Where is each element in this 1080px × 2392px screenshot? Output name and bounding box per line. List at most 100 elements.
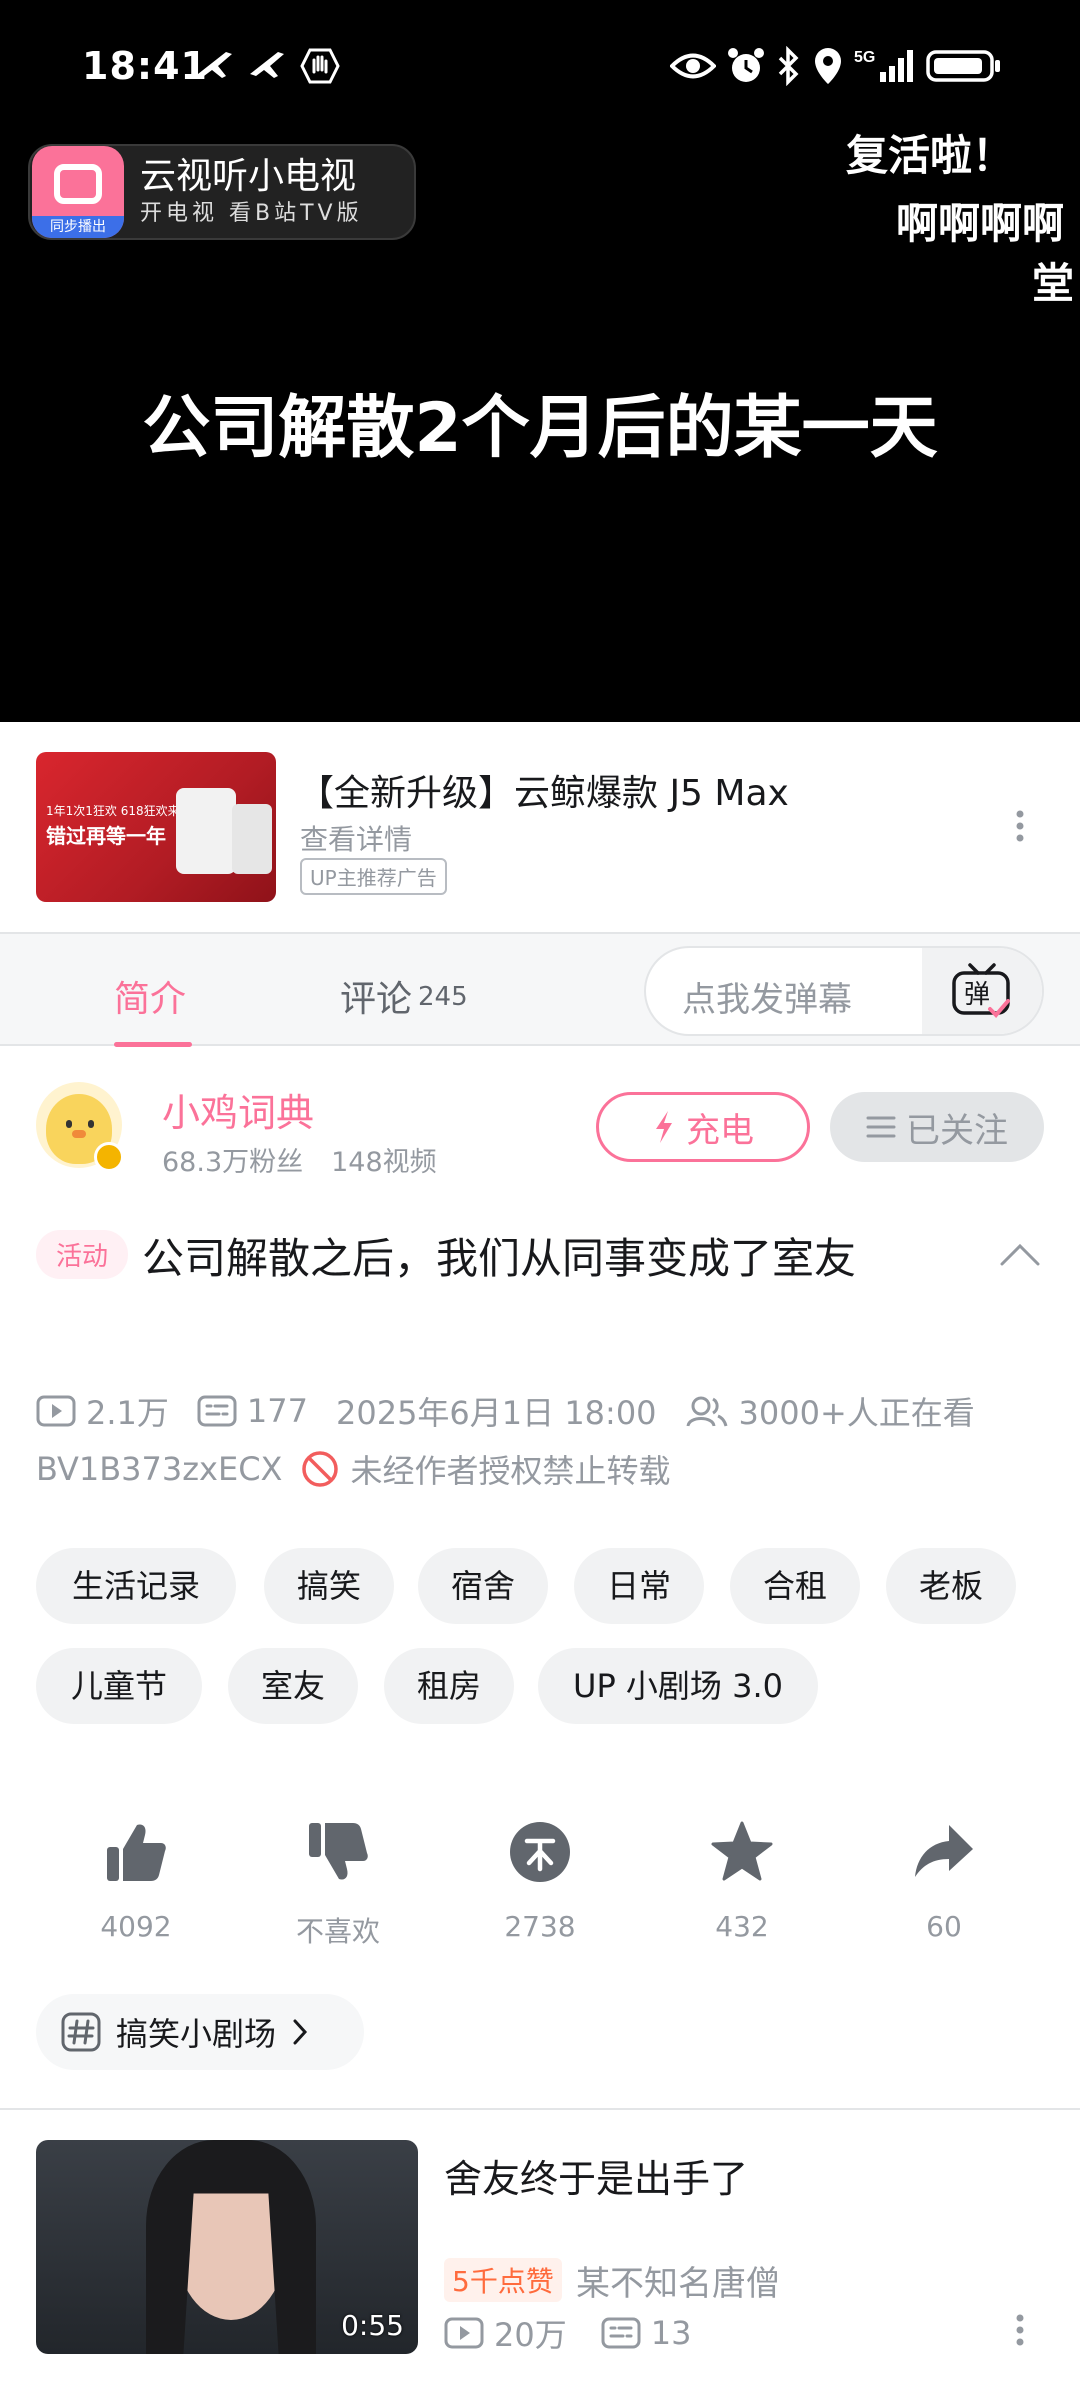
sponsored-ad[interactable]: 1年1次1狂欢 618狂欢来袭 错过再等一年 【全新升级】云鲸爆款 J5 Max…	[0, 722, 1080, 932]
action-bar: 4092 不喜欢 2738 432 60	[0, 1812, 1080, 1952]
recommended-danmaku: 13	[650, 2314, 692, 2352]
more-options-icon[interactable]	[1010, 806, 1030, 846]
recommended-video[interactable]: 0:55 舍友终于是出手了 5千点赞 某不知名唐僧 20万 13	[0, 2140, 1080, 2370]
video-title: 公司解散之后，我们从同事变成了室友	[142, 1234, 857, 1283]
play-count-icon	[444, 2317, 484, 2349]
favorite-button[interactable]: 432	[662, 1812, 822, 1943]
danmaku-count-icon	[197, 1395, 237, 1427]
flight-icon-2	[250, 52, 284, 78]
tv-app-logo: 同步播出	[32, 146, 124, 238]
video-duration: 0:55	[341, 2309, 404, 2342]
share-count: 60	[926, 1910, 962, 1943]
follow-button-label: 已关注	[906, 1110, 1008, 1151]
detail-tabs: 简介 评论 245 点我发弹幕 弹	[0, 932, 1080, 1047]
verified-badge-icon	[94, 1142, 124, 1172]
share-icon	[915, 1825, 973, 1877]
video-id-row: BV1B373zxECX 未经作者授权禁止转载	[36, 1446, 670, 1492]
uploader-stats: 68.3万粉丝 148视频	[162, 1140, 437, 1179]
tab-intro[interactable]: 简介	[114, 970, 186, 1022]
video-title-block: 活动 公司解散之后，我们从同事变成了室友	[36, 1222, 976, 1296]
copyright-notice: 未经作者授权禁止转载	[350, 1452, 671, 1490]
tv-app-promo-badge[interactable]: 同步播出 云视听小电视 开电视 看B站TV版	[28, 144, 416, 240]
topic-label: 搞笑小剧场	[116, 2015, 277, 2053]
tab-comments-count: 245	[418, 982, 468, 1012]
dislike-button[interactable]: 不喜欢	[258, 1812, 418, 1950]
danmaku-tv-icon: 弹	[952, 963, 1010, 1018]
more-options-icon[interactable]	[1010, 2310, 1030, 2350]
coin-button[interactable]: 2738	[460, 1812, 620, 1943]
viewers-icon	[686, 1396, 728, 1427]
tag-chip[interactable]: 日常	[574, 1548, 704, 1624]
danmaku-count-icon	[601, 2317, 641, 2349]
tag-chip[interactable]: 生活记录	[36, 1548, 236, 1624]
danmaku-comment: 复活啦！	[846, 131, 1015, 180]
tv-app-logo-tag: 同步播出	[32, 216, 124, 238]
danmaku-button-label: 弹	[964, 980, 990, 1010]
hand-icon	[300, 48, 340, 84]
tag-chip[interactable]: UP 小剧场 3.0	[538, 1648, 818, 1724]
likes-badge: 5千点赞	[444, 2258, 562, 2302]
play-count-icon	[36, 1395, 76, 1427]
hashtag-icon	[61, 2012, 101, 2052]
svg-text:5G: 5G	[854, 49, 875, 66]
chevron-right-icon	[293, 2019, 308, 2045]
tag-chip[interactable]: 宿舍	[418, 1548, 548, 1624]
danmaku-input[interactable]: 点我发弹幕 弹	[644, 946, 1044, 1036]
follow-button[interactable]: 已关注	[830, 1092, 1044, 1162]
tag-chip[interactable]: 儿童节	[36, 1648, 202, 1724]
danmaku-input-placeholder: 点我发弹幕	[682, 980, 852, 1020]
status-system-icons: 5G	[670, 46, 1002, 86]
eye-icon	[670, 53, 716, 79]
topic-chip[interactable]: 搞笑小剧场	[36, 1994, 364, 2070]
like-count: 4092	[100, 1910, 172, 1943]
thumbs-up-icon	[107, 1824, 166, 1881]
danmaku-comment: 堂	[1032, 259, 1075, 308]
video-meta-row: 2.1万 177 2025年6月1日 18:00 3000+人正在看	[36, 1388, 1003, 1434]
uploader-video-count: 148视频	[331, 1147, 437, 1178]
ad-detail-link[interactable]: 查看详情	[300, 818, 412, 858]
recommended-title[interactable]: 舍友终于是出手了	[444, 2148, 748, 2203]
tag-chip[interactable]: 搞笑	[264, 1548, 394, 1624]
recommended-plays: 20万	[494, 2316, 567, 2354]
no-repost-icon	[302, 1451, 339, 1487]
share-button[interactable]: 60	[864, 1812, 1024, 1943]
status-bar: 18:41 5G	[0, 0, 1080, 130]
watching-count: 3000+人正在看	[738, 1394, 975, 1432]
like-button[interactable]: 4092	[56, 1812, 216, 1943]
tag-chip[interactable]: 合租	[730, 1548, 860, 1624]
tag-chip[interactable]: 老板	[886, 1548, 1016, 1624]
alarm-icon	[728, 48, 764, 82]
recommended-thumbnail[interactable]: 0:55	[36, 2140, 418, 2354]
activity-tag[interactable]: 活动	[36, 1230, 129, 1279]
charge-button[interactable]: 充电	[596, 1092, 810, 1162]
bvid[interactable]: BV1B373zxECX	[36, 1450, 282, 1488]
bluetooth-icon	[778, 46, 799, 86]
danmaku-comment: 啊啊啊啊	[896, 199, 1065, 248]
ad-thumb-line2: 错过再等一年	[46, 824, 166, 848]
play-count: 2.1万	[86, 1394, 169, 1432]
video-caption: 公司解散2个月后的某一天	[142, 389, 938, 468]
publish-date: 2025年6月1日 18:00	[335, 1394, 657, 1432]
status-time: 18:41	[82, 44, 208, 88]
ad-title[interactable]: 【全新升级】云鲸爆款 J5 Max	[298, 764, 789, 816]
recommended-stats: 20万 13	[444, 2310, 691, 2356]
tab-comments[interactable]: 评论 245	[340, 970, 468, 1022]
tab-comments-label: 评论	[340, 979, 413, 1020]
coin-icon	[510, 1822, 570, 1882]
tag-chip[interactable]: 室友	[228, 1648, 358, 1724]
thumbs-down-icon	[309, 1823, 368, 1880]
lightning-icon	[656, 1111, 672, 1143]
danmaku-settings-button[interactable]: 弹	[922, 948, 1042, 1034]
signal-5g-icon: 5G	[854, 49, 913, 82]
section-divider	[0, 2108, 1080, 2110]
video-player[interactable]: 18:41 5G 同步播出 云视听小电视 开电视 看B站TV版 复活啦！ 啊啊啊…	[0, 0, 1080, 722]
chevron-up-icon[interactable]	[998, 1240, 1042, 1268]
ad-thumbnail[interactable]: 1年1次1狂欢 618狂欢来袭 错过再等一年	[36, 752, 276, 902]
battery-icon	[926, 50, 1000, 82]
uploader-name[interactable]: 小鸡词典	[162, 1082, 314, 1137]
tag-chip[interactable]: 租房	[384, 1648, 514, 1724]
flight-icon	[198, 52, 232, 78]
recommended-author[interactable]: 某不知名唐僧	[576, 2256, 780, 2305]
charge-button-label: 充电	[686, 1110, 754, 1151]
location-icon	[815, 48, 841, 84]
